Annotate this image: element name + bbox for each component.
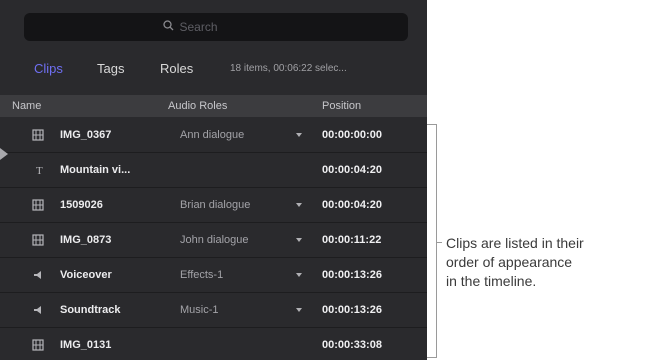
clip-name: 1509026 <box>60 199 103 211</box>
callout-text: Clips are listed in their order of appea… <box>446 234 646 291</box>
callout-leader <box>436 242 442 243</box>
tab-tags[interactable]: Tags <box>97 61 124 76</box>
clip-row[interactable]: Voiceover Effects-1 00:00:13:26 <box>0 257 427 292</box>
clip-name: Voiceover <box>60 269 112 281</box>
search-field[interactable] <box>24 13 408 41</box>
clip-name: IMG_0873 <box>60 234 112 246</box>
film-strip-icon <box>32 339 44 351</box>
column-audio-roles[interactable]: Audio Roles <box>168 100 227 112</box>
speaker-icon <box>32 269 44 281</box>
selection-summary: 18 items, 00:06:22 selec... <box>230 62 347 74</box>
column-position[interactable]: Position <box>322 100 361 112</box>
chevron-down-icon[interactable] <box>296 308 302 312</box>
search-icon <box>162 18 174 36</box>
clip-position: 00:00:11:22 <box>322 234 382 246</box>
column-name[interactable]: Name <box>12 100 41 112</box>
callout-line: order of appearance <box>446 254 573 270</box>
clip-position: 00:00:33:08 <box>322 339 382 351</box>
clip-name: Mountain vi... <box>60 164 131 176</box>
timeline-index-panel: Clips Tags Roles 18 items, 00:06:22 sele… <box>0 0 427 360</box>
clip-row[interactable]: T Mountain vi... 00:00:04:20 <box>0 152 427 187</box>
clip-row[interactable]: IMG_0131 00:00:33:08 <box>0 327 427 360</box>
clip-list: IMG_0367 Ann dialogue 00:00:00:00 T Moun… <box>0 118 427 360</box>
film-strip-icon <box>32 199 44 211</box>
clip-name: IMG_0367 <box>60 129 112 141</box>
callout-bracket <box>427 124 437 358</box>
clip-audio-role: Ann dialogue <box>180 129 245 141</box>
clip-position: 00:00:13:26 <box>322 269 382 281</box>
chevron-down-icon[interactable] <box>296 238 302 242</box>
tab-clips[interactable]: Clips <box>34 61 63 76</box>
search-input[interactable] <box>179 20 270 34</box>
clip-position: 00:00:04:20 <box>322 199 382 211</box>
clip-position: 00:00:04:20 <box>322 164 382 176</box>
chevron-down-icon[interactable] <box>296 203 302 207</box>
column-header: Name Audio Roles Position <box>0 95 427 117</box>
clip-row[interactable]: IMG_0873 John dialogue 00:00:11:22 <box>0 222 427 257</box>
tab-roles[interactable]: Roles <box>160 61 193 76</box>
clip-row[interactable]: IMG_0367 Ann dialogue 00:00:00:00 <box>0 118 427 152</box>
callout-line: Clips are listed in their <box>446 235 584 251</box>
callout-line: in the timeline. <box>446 273 537 289</box>
clip-audio-role: Music-1 <box>180 304 219 316</box>
playhead-marker-icon[interactable] <box>0 148 8 160</box>
film-strip-icon <box>32 129 44 141</box>
stage: Clips Tags Roles 18 items, 00:06:22 sele… <box>0 0 647 360</box>
clip-audio-role: Brian dialogue <box>180 199 251 211</box>
film-strip-icon <box>32 234 44 246</box>
clip-row[interactable]: Soundtrack Music-1 00:00:13:26 <box>0 292 427 327</box>
clip-position: 00:00:00:00 <box>322 129 382 141</box>
clip-name: IMG_0131 <box>60 339 112 351</box>
clip-position: 00:00:13:26 <box>322 304 382 316</box>
clip-name: Soundtrack <box>60 304 121 316</box>
title-icon: T <box>32 164 44 177</box>
clip-row[interactable]: 1509026 Brian dialogue 00:00:04:20 <box>0 187 427 222</box>
tab-bar: Clips Tags Roles 18 items, 00:06:22 sele… <box>0 56 427 80</box>
clip-audio-role: John dialogue <box>180 234 249 246</box>
chevron-down-icon[interactable] <box>296 273 302 277</box>
speaker-icon <box>32 304 44 316</box>
clip-audio-role: Effects-1 <box>180 269 224 281</box>
chevron-down-icon[interactable] <box>296 133 302 137</box>
svg-text:T: T <box>36 165 43 176</box>
